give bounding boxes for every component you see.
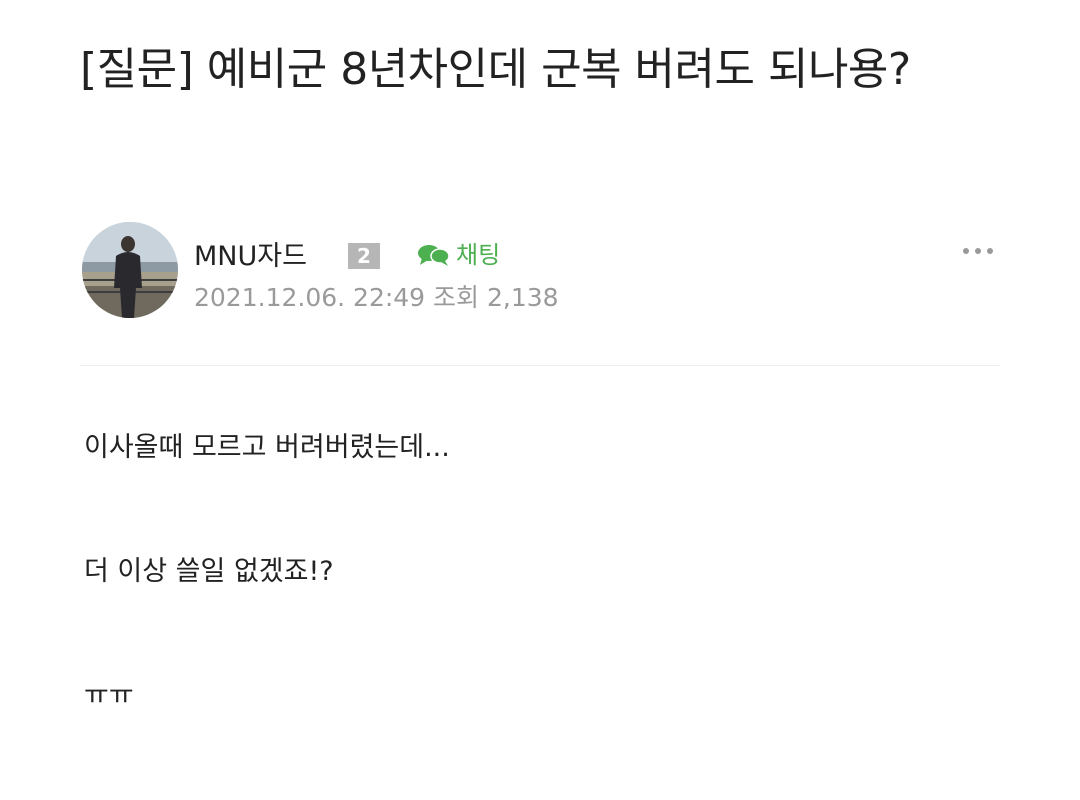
more-options-icon (963, 248, 993, 254)
post-title: [질문] 예비군 8년차인데 군복 버려도 되나용? (80, 44, 911, 95)
author-row: MNU자드 2 채팅 2021.12.06. 22:49 조회 2,138 (80, 222, 1000, 322)
views-label: 조회 (433, 283, 480, 312)
chat-label: 채팅 (456, 241, 501, 269)
chat-bubble-icon (416, 242, 452, 268)
author-name[interactable]: MNU자드 (194, 240, 307, 274)
post-meta: 2021.12.06. 22:49 조회 2,138 (194, 282, 559, 314)
views-count: 2,138 (487, 283, 559, 312)
more-options-button[interactable] (956, 236, 1000, 266)
body-line: ㅠㅠ (84, 680, 134, 711)
level-badge: 2 (348, 243, 380, 269)
avatar[interactable] (82, 222, 178, 318)
body-line: 더 이상 쓸일 없겠죠!? (84, 556, 334, 587)
profile-photo-icon (82, 222, 178, 318)
body-line: 이사올때 모르고 버려버렸는데... (84, 432, 450, 463)
post-datetime: 2021.12.06. 22:49 (194, 283, 426, 312)
divider (80, 365, 1000, 366)
chat-button[interactable]: 채팅 (416, 238, 500, 272)
post-page: [질문] 예비군 8년차인데 군복 버려도 되나용? MNU자드 2 채팅 20… (0, 0, 1080, 800)
